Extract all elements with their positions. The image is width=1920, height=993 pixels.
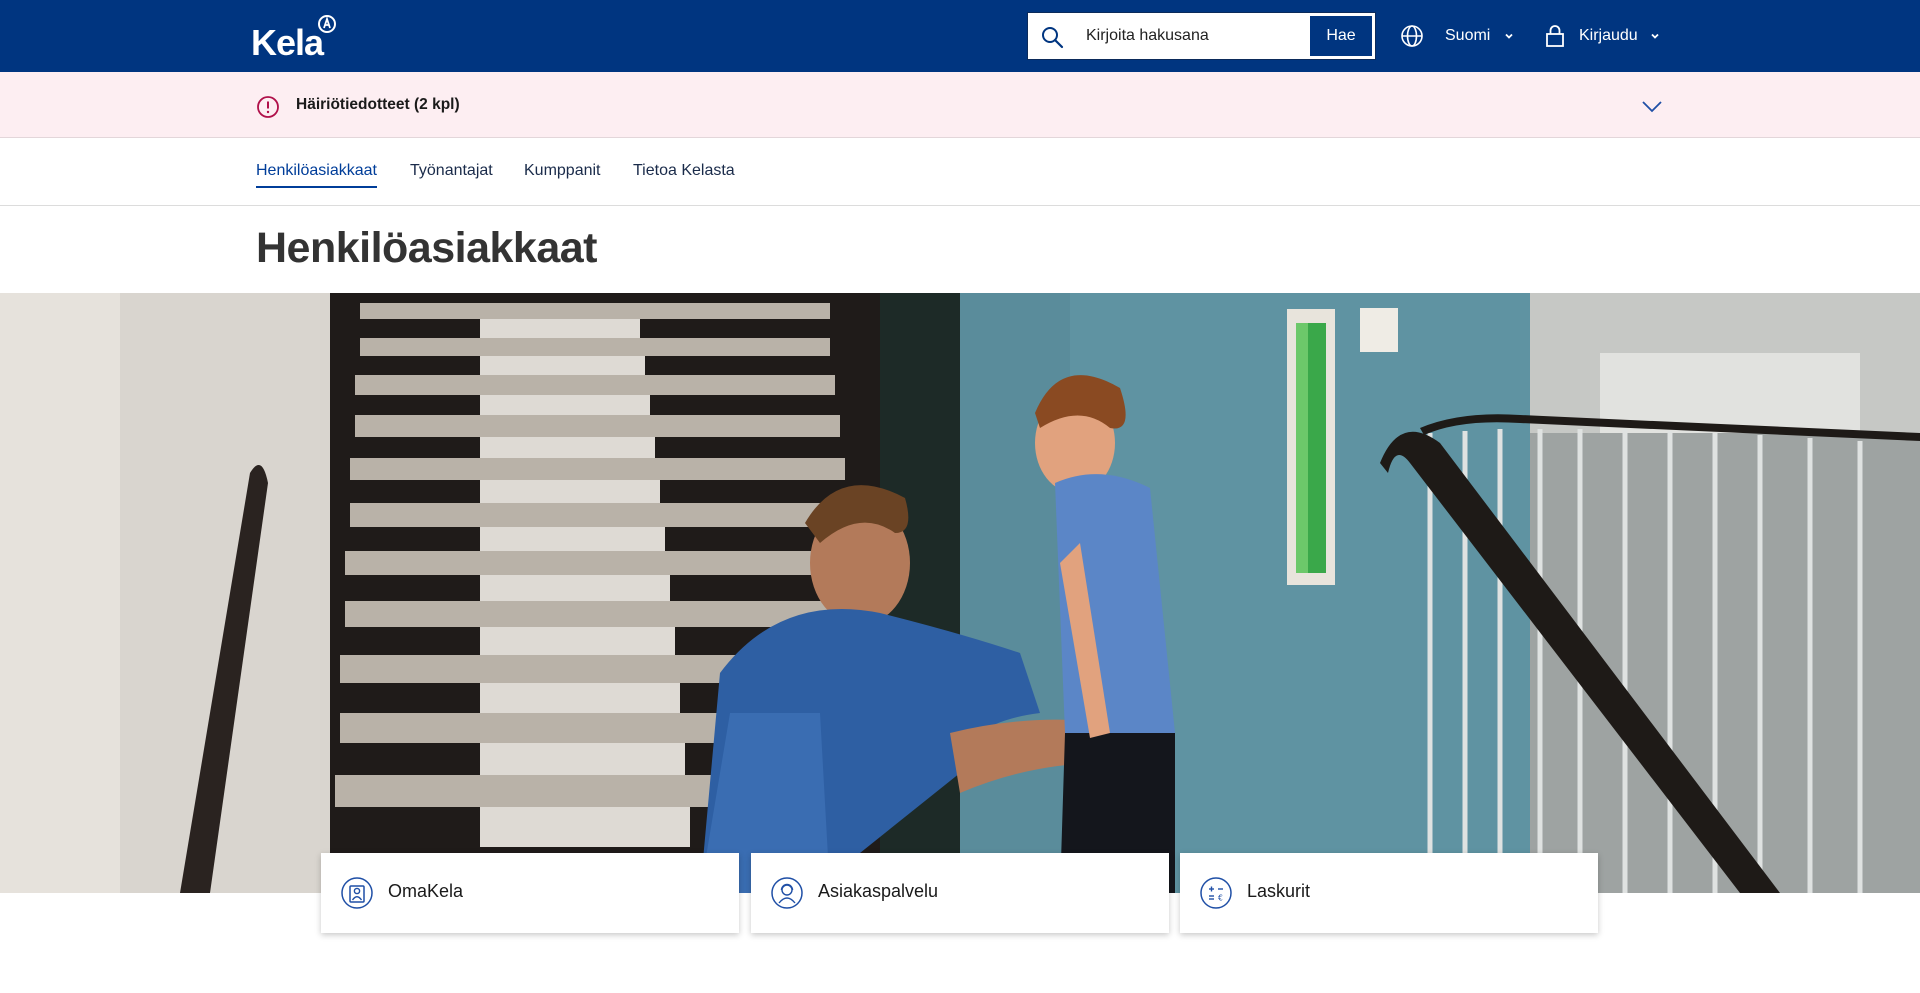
alert-title[interactable]: Häiriötiedotteet (2 kpl) [296, 96, 460, 114]
nav-item-kumppanit[interactable]: Kumppanit [524, 162, 601, 186]
page-title: Henkilöasiakkaat [256, 224, 597, 272]
nav-item-tyonantajat[interactable]: Työnantajat [410, 162, 493, 186]
language-selector[interactable]: Suomi [1400, 22, 1514, 50]
kela-logo[interactable]: Kela [251, 14, 341, 63]
search-input[interactable] [1086, 15, 1310, 57]
chevron-down-icon[interactable] [1640, 97, 1664, 115]
customer-service-icon [771, 877, 803, 909]
chevron-down-icon [1651, 33, 1659, 39]
calculator-icon: € [1200, 877, 1232, 909]
main-navigation: Henkilöasiakkaat Työnantajat Kumppanit T… [0, 139, 1920, 206]
language-label: Suomi [1445, 27, 1491, 44]
search-box: Hae [1027, 12, 1376, 60]
logo-mark-icon [318, 15, 336, 33]
card-label: OmaKela [388, 881, 464, 901]
chevron-down-icon [1505, 33, 1513, 39]
omakela-icon [341, 877, 373, 909]
search-icon [1042, 27, 1064, 49]
login-label: Kirjaudu [1579, 27, 1638, 44]
card-omakela[interactable]: OmaKela [321, 853, 739, 933]
card-label: Asiakaspalvelu [818, 881, 939, 901]
lock-icon [1546, 25, 1564, 47]
exclamation-circle-icon [257, 96, 279, 118]
card-label: Laskurit [1247, 881, 1311, 901]
hero-illustration [0, 293, 1920, 893]
search-button[interactable]: Hae [1309, 15, 1373, 57]
card-asiakaspalvelu[interactable]: Asiakaspalvelu [751, 853, 1169, 933]
disruption-alert-bar: Häiriötiedotteet (2 kpl) [0, 72, 1920, 138]
globe-icon [1401, 25, 1423, 47]
nav-item-tietoa-kelasta[interactable]: Tietoa Kelasta [633, 162, 735, 186]
top-bar: Kela Hae Suomi Kirjaudu [0, 0, 1920, 72]
svg-text:€: € [1218, 894, 1223, 903]
hero-image [0, 293, 1920, 893]
nav-item-henkiloasiakkaat[interactable]: Henkilöasiakkaat [256, 162, 377, 188]
card-laskurit[interactable]: € Laskurit [1180, 853, 1598, 933]
login-menu[interactable]: Kirjaudu [1545, 22, 1660, 50]
logo-text: Kela [251, 22, 324, 63]
